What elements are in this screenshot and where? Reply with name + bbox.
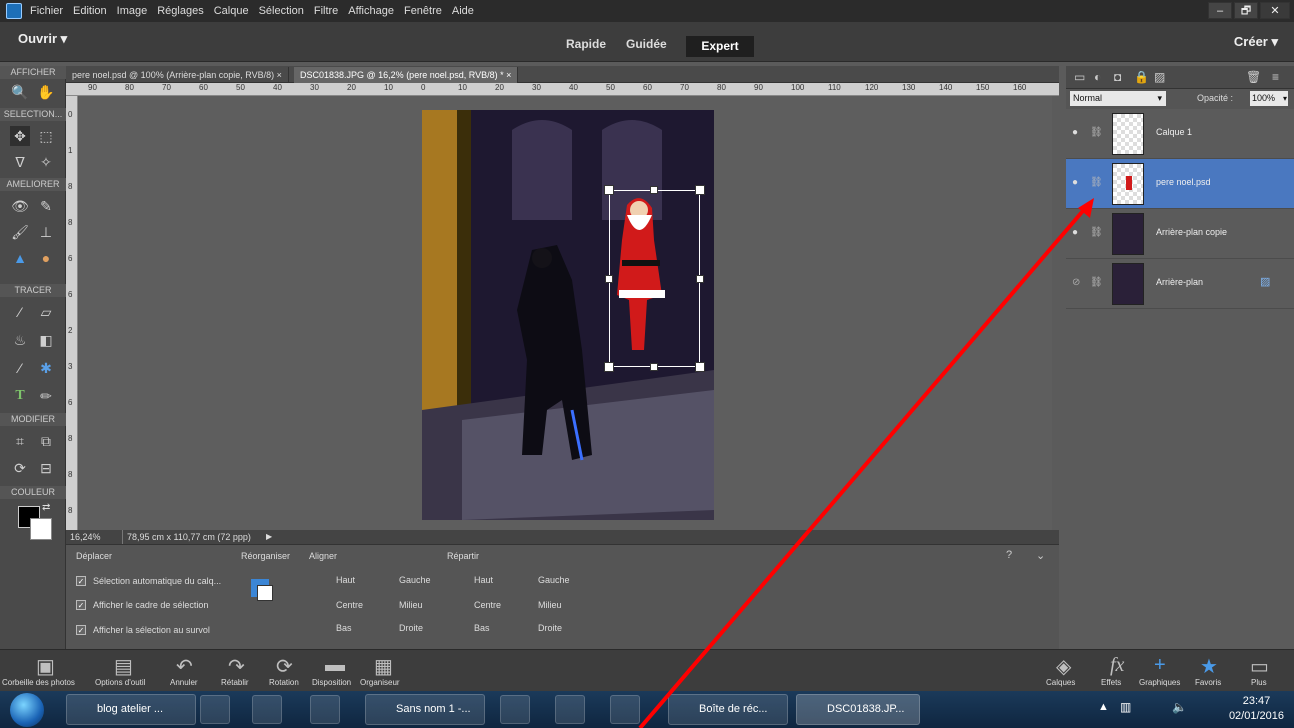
annotation-overlay (638, 198, 1094, 728)
red-annotation-line (638, 203, 1090, 728)
